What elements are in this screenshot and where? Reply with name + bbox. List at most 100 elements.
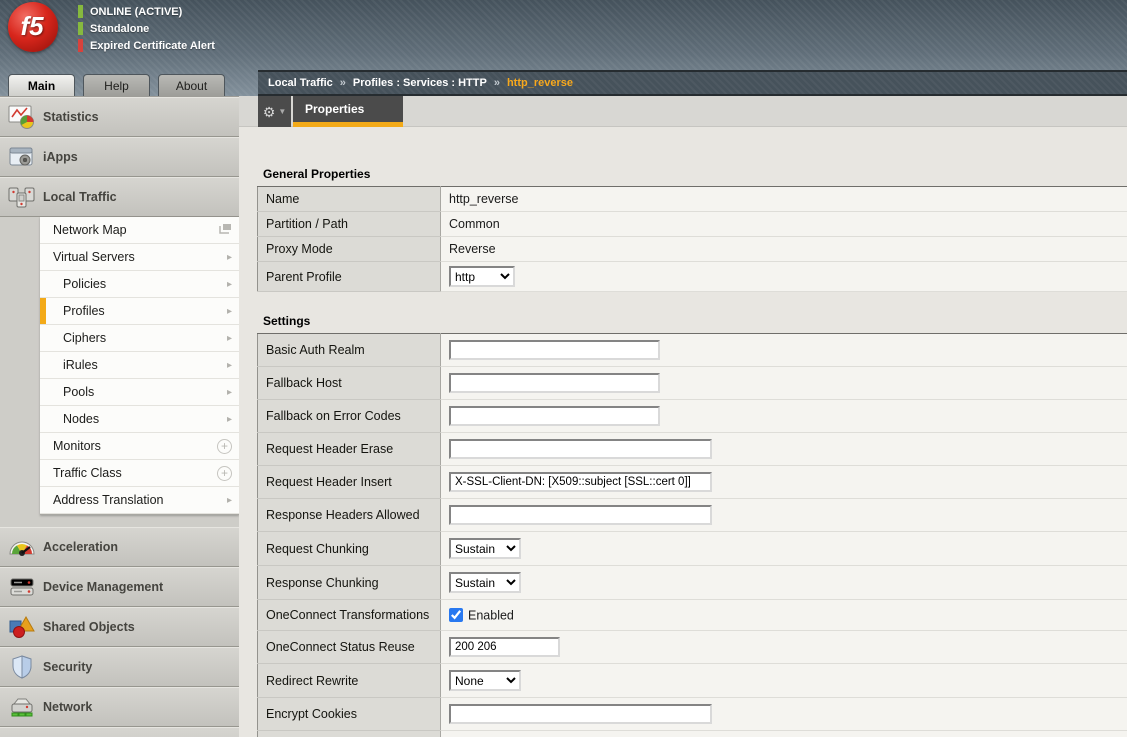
response-chunking-select[interactable]: Sustain [449,572,521,593]
sidebar-item-label: Virtual Servers [53,250,135,264]
basic-auth-realm-cell [441,334,1127,367]
basic-auth-realm-input[interactable] [449,340,660,360]
encrypt-cookies-input[interactable] [449,704,712,724]
cookie-encryption-passphrase-cell [441,731,1127,737]
sidebar-item-statistics[interactable]: Statistics [0,97,239,137]
encrypt-cookies-cell [441,698,1127,731]
f5-logo[interactable]: f5 [8,2,58,52]
breadcrumb-part[interactable]: Profiles : Services : HTTP [353,77,487,89]
parent-profile-label: Parent Profile [258,262,441,292]
name-cell: http_reverse [441,187,1127,212]
main-content: ⚙ ▼ Properties General Properties Nameht… [239,96,1127,737]
request-chunking-label: Request Chunking [258,532,441,566]
chevron-right-icon: ▸ [227,306,232,317]
chevron-right-icon: ▸ [227,279,232,290]
request-header-insert-input[interactable] [449,472,712,492]
partition-path-value: Common [449,217,500,231]
redirect-rewrite-select[interactable]: None [449,670,521,691]
sidebar-item-label: Acceleration [43,540,118,554]
name-label: Name [258,187,441,212]
add-icon[interactable]: + [217,439,232,454]
table-row: OneConnect Status Reuse [258,631,1127,664]
chevron-right-icon: ▸ [227,414,232,425]
network-map-icon[interactable] [218,223,232,238]
proxy-mode-cell: Reverse [441,237,1127,262]
status-label: Standalone [90,23,149,35]
general-properties-title: General Properties [263,167,1127,181]
settings-gear-menu[interactable]: ⚙ ▼ [258,96,291,127]
fallback-on-error-codes-input[interactable] [449,406,660,426]
chevron-right-icon: ▸ [227,387,232,398]
table-row: Request Chunking Sustain [258,532,1127,566]
sidebar-item-network[interactable]: Network [0,687,239,727]
sidebar-item-virtual-servers[interactable]: Virtual Servers▸ [40,244,239,271]
fallback-host-input[interactable] [449,373,660,393]
status-list: ONLINE (ACTIVE)StandaloneExpired Certifi… [78,3,215,54]
oneconnect-transformations-checkbox[interactable] [449,608,463,622]
tab-properties[interactable]: Properties [293,96,403,127]
sidebar-item-shared-objects[interactable]: Shared Objects [0,607,239,647]
table-row: Request Header Insert [258,466,1127,499]
sidebar-item-local-traffic[interactable]: Local Traffic [0,177,239,217]
f5-logo-text: f5 [20,11,43,42]
sidebar-item-irules[interactable]: iRules▸ [40,352,239,379]
sidebar-item-policies[interactable]: Policies ▸ [40,271,239,298]
statistics-icon [7,103,37,131]
tab-help[interactable]: Help [83,74,150,96]
sidebar-item-label: Address Translation [53,493,163,507]
partition-path-label: Partition / Path [258,212,441,237]
oneconnect-status-reuse-cell [441,631,1127,664]
fallback-on-error-codes-label: Fallback on Error Codes [258,400,441,433]
local-traffic-icon [7,183,37,211]
settings-title: Settings [263,314,1127,328]
acceleration-icon [7,533,37,561]
oneconnect-transformations-checkbox-label: Enabled [468,608,514,622]
sidebar-item-security[interactable]: Security [0,647,239,687]
sidebar-item-pools[interactable]: Pools ▸ [40,379,239,406]
sidebar-item-label: Policies [63,277,106,291]
sidebar-item-ciphers[interactable]: Ciphers▸ [40,325,239,352]
sidebar-item-monitors[interactable]: Monitors+ [40,433,239,460]
sidebar-item-iapps[interactable]: iApps [0,137,239,177]
sidebar-item-label: iApps [43,150,78,164]
partition-path-cell: Common [441,212,1127,237]
response-headers-allowed-input[interactable] [449,505,712,525]
iapps-icon [7,143,37,171]
table-row: Cookie Encryption Passphrase [258,731,1127,737]
general-properties-table: Namehttp_reversePartition / Path Common Pr… [257,186,1127,292]
redirect-rewrite-label: Redirect Rewrite [258,664,441,698]
request-header-insert-label: Request Header Insert [258,466,441,499]
sidebar-item-traffic-class[interactable]: Traffic Class+ [40,460,239,487]
parent-profile-select[interactable]: http [449,266,515,287]
sidebar-item-label: Statistics [43,110,99,124]
fallback-on-error-codes-cell [441,400,1127,433]
sidebar-item-label: Network Map [53,223,127,237]
oneconnect-status-reuse-input[interactable] [449,637,560,657]
sidebar-item-label: Profiles [63,304,105,318]
sidebar-item-address-translation[interactable]: Address Translation▸ [40,487,239,514]
status-indicator-icon [78,5,83,18]
sidebar-item-label: Local Traffic [43,190,117,204]
response-headers-allowed-cell [441,499,1127,532]
sidebar-item-network-map[interactable]: Network Map [40,217,239,244]
request-chunking-select[interactable]: Sustain [449,538,521,559]
tab-properties-label: Properties [305,102,364,116]
fallback-host-label: Fallback Host [258,367,441,400]
sidebar-item-acceleration[interactable]: Acceleration [0,527,239,567]
tab-main[interactable]: Main [8,74,75,96]
request-header-erase-label: Request Header Erase [258,433,441,466]
sidebar-item-nodes[interactable]: Nodes▸ [40,406,239,433]
add-icon[interactable]: + [217,466,232,481]
table-row: OneConnect Transformations Enabled [258,600,1127,631]
breadcrumb-part[interactable]: Local Traffic [268,77,333,89]
oneconnect-transformations-label: OneConnect Transformations [258,600,441,631]
tab-about[interactable]: About [158,74,225,96]
sidebar-item-label: Pools [63,385,94,399]
sidebar-item-device-management[interactable]: Device Management [0,567,239,607]
request-header-erase-input[interactable] [449,439,712,459]
table-row: Encrypt Cookies [258,698,1127,731]
network-icon [7,693,37,721]
sidebar-item-profiles[interactable]: Profiles ▸ [40,298,239,325]
proxy-mode-label: Proxy Mode [258,237,441,262]
table-row: Response Headers Allowed [258,499,1127,532]
